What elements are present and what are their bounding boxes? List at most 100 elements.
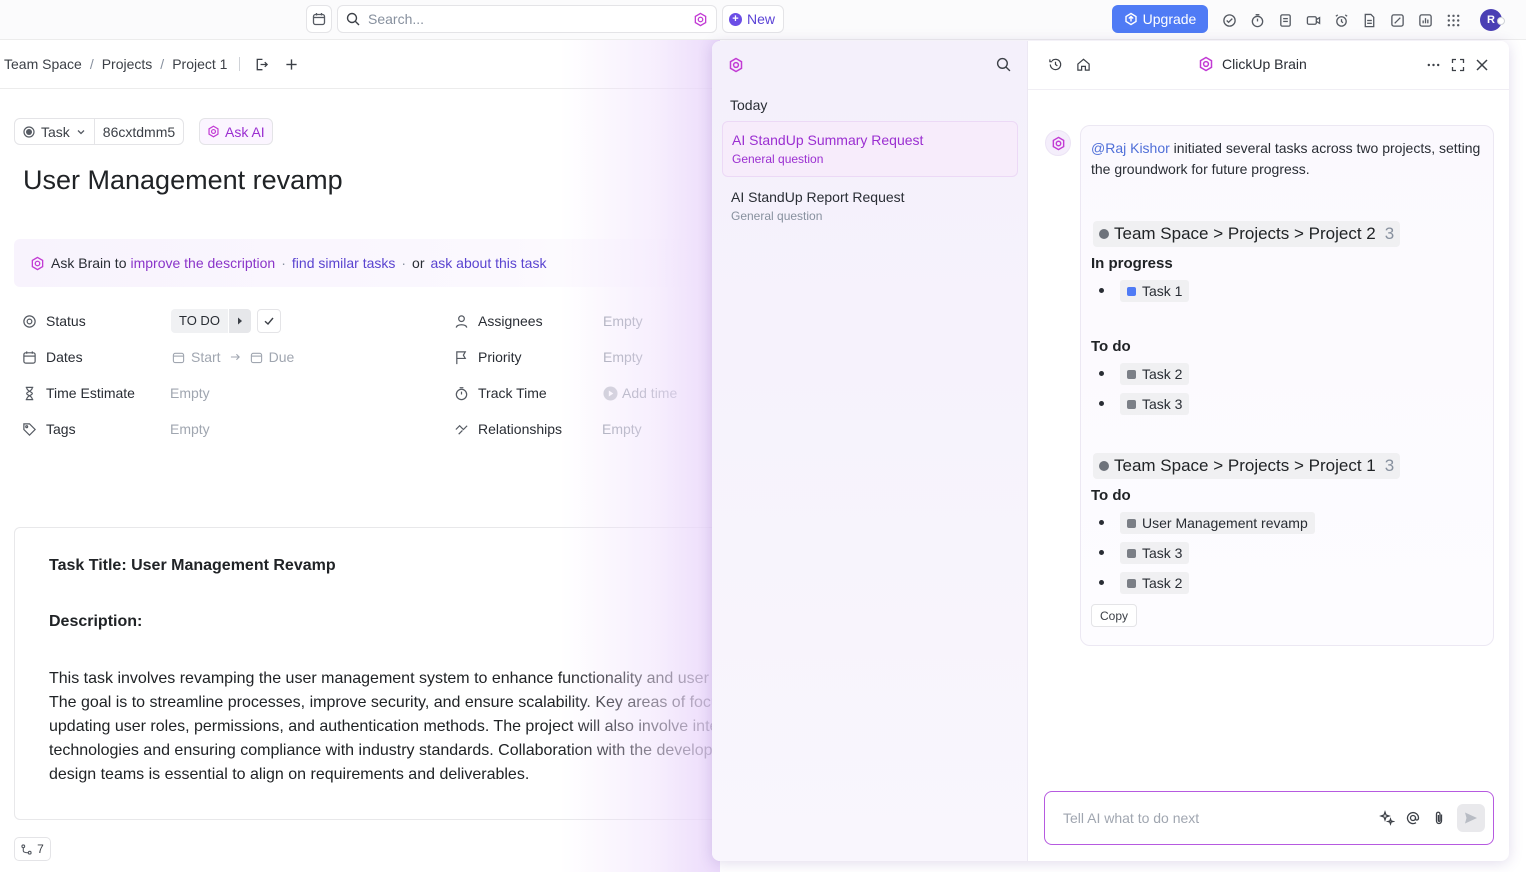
stopwatch-icon[interactable] — [1248, 11, 1266, 29]
history-item[interactable]: AI StandUp Report Request General questi… — [722, 179, 1018, 235]
history-icon[interactable] — [1048, 57, 1063, 72]
expand-icon[interactable] — [1451, 58, 1465, 72]
breadcrumb-item[interactable]: Team Space — [4, 56, 82, 72]
field-dates: Dates — [22, 347, 83, 367]
upgrade-button[interactable]: Upgrade — [1112, 5, 1208, 33]
description-line: This task involves revamping the user ma… — [49, 670, 712, 687]
task-chip[interactable]: Task 3 — [1120, 393, 1190, 415]
search-placeholder[interactable]: Search... — [368, 11, 685, 27]
start-date[interactable]: Start — [191, 349, 221, 365]
mention-icon[interactable] — [1405, 810, 1421, 826]
status-square-icon — [1127, 399, 1136, 409]
priority-value[interactable]: Empty — [603, 347, 643, 367]
breadcrumb-item[interactable]: Project 1 — [172, 56, 227, 72]
list-bullet — [1099, 371, 1104, 376]
dashboard-icon[interactable] — [1416, 11, 1434, 29]
status-square-icon — [1127, 548, 1136, 558]
section-heading: To do — [1091, 487, 1131, 504]
sparkle-icon[interactable] — [1379, 810, 1395, 826]
field-priority: Priority — [454, 347, 522, 367]
assignees-value[interactable]: Empty — [603, 311, 643, 331]
improve-description-link[interactable]: improve the description — [130, 255, 275, 271]
video-icon[interactable] — [1304, 11, 1322, 29]
find-similar-tasks-link[interactable]: find similar tasks — [292, 255, 395, 271]
task-chip[interactable]: Task 2 — [1120, 572, 1190, 594]
add-icon[interactable] — [285, 58, 298, 71]
task-chip[interactable]: User Management revamp — [1120, 512, 1315, 534]
tags-value[interactable]: Empty — [170, 419, 210, 439]
new-button[interactable]: + New — [722, 5, 784, 33]
apps-grid-icon[interactable] — [1444, 11, 1462, 29]
section-heading: In progress — [1091, 255, 1173, 272]
complete-button[interactable] — [256, 309, 281, 333]
task-title[interactable]: User Management revamp — [23, 165, 343, 196]
task-chip[interactable]: Task 1 — [1120, 280, 1190, 302]
task-count: 3 — [1384, 224, 1395, 243]
notepad-icon[interactable] — [1276, 11, 1294, 29]
separator-dot: · — [401, 255, 407, 271]
flag-icon — [454, 350, 469, 365]
task-type-button[interactable]: Task — [15, 119, 94, 144]
list-bullet — [1099, 580, 1104, 585]
project-dot-icon — [1099, 229, 1109, 239]
next-status-button[interactable] — [228, 309, 251, 333]
user-mention[interactable]: @Raj Kishor — [1091, 140, 1170, 156]
calendar-button[interactable] — [306, 5, 332, 33]
history-item-title: AI StandUp Summary Request — [732, 132, 924, 148]
field-label: Status — [46, 313, 86, 329]
move-icon[interactable] — [254, 57, 269, 72]
search-bar[interactable]: Search... — [337, 5, 717, 33]
check-circle-icon[interactable] — [1220, 11, 1238, 29]
avatar-status-icon — [1497, 17, 1505, 25]
document-icon[interactable] — [1360, 11, 1378, 29]
subtasks-button[interactable]: 7 — [14, 837, 51, 861]
field-relationships: Relationships — [454, 419, 562, 439]
play-icon[interactable] — [603, 385, 618, 401]
due-date[interactable]: Due — [269, 349, 295, 365]
home-icon[interactable] — [1076, 57, 1091, 72]
history-item-subtitle: General question — [732, 152, 824, 166]
task-id[interactable]: 86cxtdmm5 — [93, 119, 183, 144]
relationships-value[interactable]: Empty — [602, 419, 642, 439]
time-estimate-value[interactable]: Empty — [170, 383, 210, 403]
ask-about-task-link[interactable]: ask about this task — [431, 255, 547, 271]
status-selector: TO DO — [171, 309, 281, 333]
breadcrumb-item[interactable]: Projects — [102, 56, 153, 72]
section-heading: To do — [1091, 338, 1131, 355]
alarm-icon[interactable] — [1332, 11, 1350, 29]
track-time-value[interactable]: Add time — [603, 383, 677, 403]
field-label: Relationships — [478, 421, 563, 437]
ask-brain-bar: Ask Brain to improve the description · f… — [14, 239, 712, 287]
status-square-icon — [1127, 518, 1136, 528]
user-icon — [454, 314, 469, 329]
add-time-label[interactable]: Add time — [622, 385, 677, 401]
field-label: Tags — [46, 421, 76, 437]
whiteboard-icon[interactable] — [1388, 11, 1406, 29]
status-value[interactable]: TO DO — [171, 309, 228, 333]
copy-button[interactable]: Copy — [1091, 604, 1137, 627]
send-button[interactable] — [1457, 804, 1485, 832]
history-item-subtitle: General question — [731, 209, 823, 223]
divider — [0, 88, 712, 89]
description-heading: Task Title: User Management Revamp — [49, 557, 336, 574]
search-icon[interactable] — [996, 57, 1011, 72]
brain-icon[interactable] — [693, 12, 708, 27]
hourglass-icon — [22, 386, 37, 401]
task-name: Task 1 — [1142, 283, 1183, 299]
more-options-icon[interactable] — [1426, 58, 1441, 72]
task-chip[interactable]: Task 3 — [1120, 542, 1190, 564]
brain-title: ClickUp Brain — [1198, 56, 1307, 72]
project-group-header[interactable]: Team Space > Projects > Project 1 3 — [1093, 453, 1401, 479]
prompt-placeholder[interactable]: Tell AI what to do next — [1063, 810, 1379, 826]
close-icon[interactable] — [1475, 58, 1489, 72]
attachment-icon[interactable] — [1431, 810, 1447, 826]
tag-icon — [22, 422, 37, 437]
task-chip[interactable]: Task 2 — [1120, 363, 1190, 385]
project-group-header[interactable]: Team Space > Projects > Project 2 3 — [1093, 221, 1401, 247]
ai-prompt-input[interactable]: Tell AI what to do next — [1044, 791, 1494, 845]
status-square-icon — [1127, 578, 1136, 588]
search-icon — [346, 12, 360, 26]
ask-ai-button[interactable]: Ask AI — [199, 118, 273, 145]
relationship-icon — [454, 422, 469, 437]
history-item[interactable]: AI StandUp Summary Request General quest… — [722, 121, 1018, 177]
